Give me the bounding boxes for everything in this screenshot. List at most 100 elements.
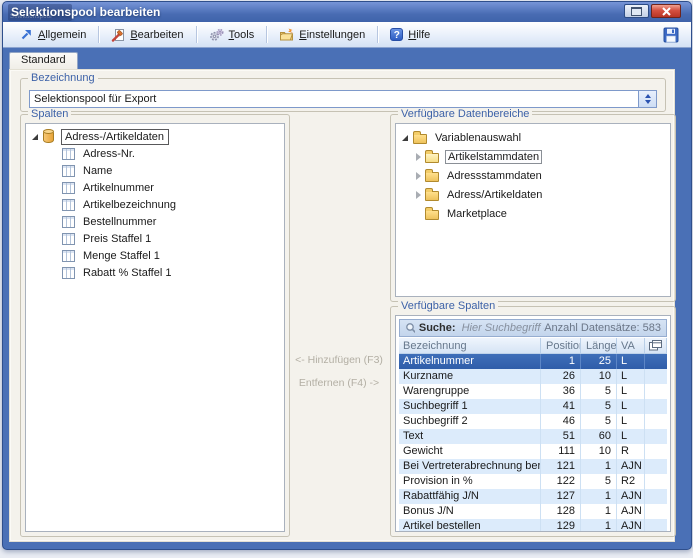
tree-item[interactable]: Name: [26, 162, 284, 179]
table-row[interactable]: Gewicht11110R: [399, 444, 667, 459]
table-row[interactable]: Bei Vertreterabrechnung berücksichtige12…: [399, 459, 667, 474]
cell-va: L: [617, 384, 645, 399]
tree-item[interactable]: Marketplace: [396, 204, 670, 223]
expand-icon[interactable]: [416, 172, 421, 180]
cell-va: L: [617, 399, 645, 414]
cell-laenge: 5: [581, 474, 617, 489]
tree-root-item[interactable]: Adress-/Artikeldaten: [26, 128, 284, 145]
table-row[interactable]: Provision in %1225R2: [399, 474, 667, 489]
spalten-tree: Adress-/Artikeldaten Adress-Nr.NameArtik…: [26, 124, 284, 281]
search-input[interactable]: Hier Suchbegriff einge: [462, 322, 545, 334]
tree-root-label: Variablenauswahl: [433, 132, 523, 144]
settings-folder-icon: [279, 28, 294, 41]
toolbar-separator: [266, 26, 267, 43]
remove-button[interactable]: Entfernen (F4) ->: [292, 377, 386, 389]
datenbereiche-group: Verfügbare Datenbereiche Variablenauswah…: [390, 114, 676, 302]
search-label: Suche:: [419, 322, 456, 334]
tree-item[interactable]: Adress/Artikeldaten: [396, 185, 670, 204]
expand-icon[interactable]: [416, 153, 421, 161]
tree-item[interactable]: Artikelstammdaten: [396, 147, 670, 166]
table-row[interactable]: Artikel bestellen1291AJN: [399, 519, 667, 532]
collapse-icon[interactable]: [32, 134, 38, 140]
column-header-position[interactable]: Position: [541, 338, 581, 353]
save-button[interactable]: [661, 25, 681, 45]
cell-bezeichnung: Gewicht: [399, 444, 541, 459]
combobox-value: Selektionspool für Export: [30, 91, 638, 107]
title-bar[interactable]: Selektionspool Selektionspool bearbeiten: [3, 2, 691, 22]
table-row[interactable]: Suchbegriff 2465L: [399, 414, 667, 429]
spinner-up-icon: [645, 94, 651, 98]
edit-tool-icon: [111, 28, 125, 42]
column-header-bezeichnung[interactable]: Bezeichnung: [399, 338, 541, 353]
column-chooser-button[interactable]: [645, 338, 667, 353]
table-row[interactable]: Warengruppe365L: [399, 384, 667, 399]
spalten-tree-items: Adress-Nr.NameArtikelnummer Artikelbezeic…: [26, 145, 284, 281]
spalten-table-panel: Suche: Hier Suchbegriff einge Anzahl Dat…: [395, 315, 671, 532]
toolbar-button-allgemein[interactable]: Allgemein: [13, 26, 93, 43]
table-row[interactable]: Text5160L: [399, 429, 667, 444]
column-header-va[interactable]: VA: [617, 338, 645, 353]
tree-item-label: Rabatt % Staffel 1: [81, 267, 173, 279]
close-button[interactable]: [651, 4, 681, 18]
collapse-icon[interactable]: [402, 135, 408, 141]
cell-laenge: 1: [581, 489, 617, 504]
tree-item[interactable]: Rabatt % Staffel 1: [26, 264, 284, 281]
cell-va: AJN: [617, 489, 645, 504]
group-label: Bezeichnung: [28, 72, 98, 84]
tree-item[interactable]: Preis Staffel 1: [26, 230, 284, 247]
cell-position: 41: [541, 399, 581, 414]
dialog-window: Selektionspool Selektionspool bearbeiten…: [2, 1, 692, 550]
tree-item-label: Artikelbezeichnung: [81, 199, 178, 211]
gears-icon: [209, 28, 224, 42]
tree-item[interactable]: Menge Staffel 1: [26, 247, 284, 264]
cell-bezeichnung: Rabattfähig J/N: [399, 489, 541, 504]
bezeichnung-combobox[interactable]: Selektionspool für Export: [29, 90, 657, 108]
table-icon: [62, 165, 75, 177]
combobox-spinner-button[interactable]: [638, 91, 656, 107]
cell-bezeichnung: Artikel bestellen: [399, 519, 541, 532]
tree-root-item[interactable]: Variablenauswahl: [396, 128, 670, 147]
table-row[interactable]: Bonus J/N1281AJN: [399, 504, 667, 519]
column-header-laenge[interactable]: Länge: [581, 338, 617, 353]
bezeichnung-group: Bezeichnung Selektionspool für Export: [20, 78, 666, 112]
tree-item[interactable]: Artikelnummer: [26, 179, 284, 196]
table-row[interactable]: Suchbegriff 1415L: [399, 399, 667, 414]
window-title: Selektionspool bearbeiten: [11, 5, 160, 19]
tree-item[interactable]: Adressstammdaten: [396, 166, 670, 185]
cell-position: 36: [541, 384, 581, 399]
search-bar[interactable]: Suche: Hier Suchbegriff einge Anzahl Dat…: [399, 319, 667, 337]
spalten-group: Spalten Adress-/Artikeldaten Adress-Nr.N…: [20, 114, 290, 537]
cell-end: [645, 399, 667, 414]
cell-end: [645, 384, 667, 399]
save-icon: [663, 27, 679, 43]
cell-va: R: [617, 444, 645, 459]
table-row[interactable]: Kurzname2610L: [399, 369, 667, 384]
add-button[interactable]: <- Hinzufügen (F3): [292, 354, 386, 366]
toolbar-button-tools[interactable]: Tools: [202, 26, 262, 44]
group-label: Verfügbare Datenbereiche: [398, 108, 532, 120]
toolbar-button-hilfe[interactable]: ? Hilfe: [383, 26, 437, 43]
restore-button[interactable]: [624, 4, 649, 18]
tree-item[interactable]: Artikelbezeichnung: [26, 196, 284, 213]
table-icon: [62, 148, 75, 160]
toolbar-button-einstellungen[interactable]: Einstellungen: [272, 26, 372, 43]
tree-item[interactable]: Bestellnummer: [26, 213, 284, 230]
cell-end: [645, 489, 667, 504]
cell-laenge: 60: [581, 429, 617, 444]
table-row[interactable]: Artikelnummer125L: [399, 354, 667, 369]
tree-root-edit-field[interactable]: Adress-/Artikeldaten: [61, 129, 169, 145]
expand-icon[interactable]: [416, 191, 421, 199]
cell-laenge: 1: [581, 504, 617, 519]
cell-end: [645, 354, 667, 369]
table-icon: [62, 233, 75, 245]
tree-item-label: Adress/Artikeldaten: [445, 189, 544, 201]
toolbar-label: Einstellungen: [299, 29, 365, 41]
table-row[interactable]: Rabattfähig J/N1271AJN: [399, 489, 667, 504]
toolbar-button-bearbeiten[interactable]: Bearbeiten: [104, 26, 190, 44]
tree-item[interactable]: Adress-Nr.: [26, 145, 284, 162]
tab-standard[interactable]: Standard: [9, 52, 78, 69]
table-icon: [62, 199, 75, 211]
tab-page: Bezeichnung Selektionspool für Export Sp…: [9, 69, 675, 542]
transfer-actions: <- Hinzufügen (F3) Entfernen (F4) ->: [292, 114, 386, 537]
folder-icon: [425, 172, 439, 182]
